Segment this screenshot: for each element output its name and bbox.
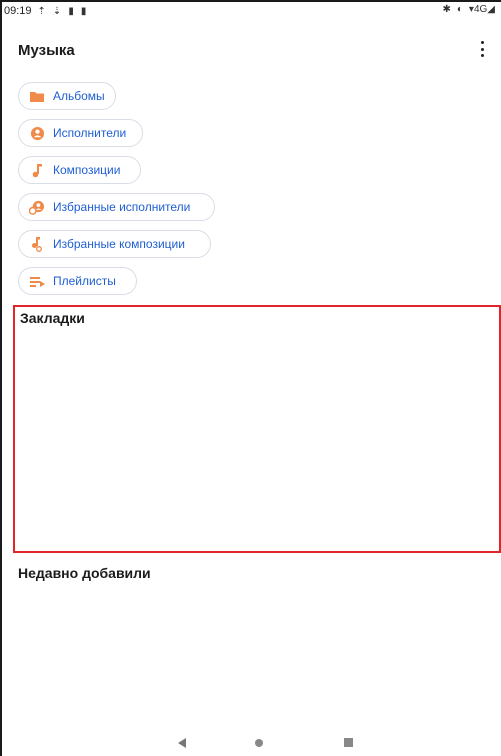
- chip-label: Избранные исполнители: [53, 200, 191, 214]
- more-vert-icon[interactable]: [475, 40, 489, 58]
- person-icon: [29, 125, 45, 141]
- bookmarks-section: Закладки: [13, 305, 501, 553]
- sim-icon: ▮: [68, 5, 74, 17]
- chip-favorite-tracks[interactable]: Избранные композиции: [18, 230, 211, 258]
- folder-icon: [29, 88, 45, 104]
- battery-icon: ▮: [80, 5, 87, 17]
- app-bar: Музыка: [18, 38, 501, 62]
- bluetooth-icon: ✱: [442, 4, 451, 15]
- download-icon: ⇣: [52, 5, 62, 17]
- status-time: 09:19: [4, 5, 32, 17]
- status-right: ✱ ◐ ▾4G◢: [442, 4, 495, 15]
- favorite-artist-icon: [29, 199, 45, 215]
- playlist-icon: [29, 273, 45, 289]
- status-bar: 09:19 ⇡ ⇣ ▮ ▮ ✱ ◐ ▾4G◢: [2, 2, 501, 20]
- upload-icon: ⇡: [37, 5, 46, 17]
- chip-label: Альбомы: [53, 89, 105, 103]
- chip-label: Композиции: [53, 163, 121, 177]
- chip-tracks[interactable]: Композиции: [18, 156, 141, 184]
- signal-icon: ▾4G◢: [468, 4, 495, 15]
- home-icon[interactable]: [255, 739, 263, 747]
- back-icon[interactable]: [178, 738, 186, 748]
- page-title: Музыка: [18, 41, 75, 59]
- favorite-song-icon: [29, 236, 45, 252]
- chip-playlists[interactable]: Плейлисты: [18, 267, 137, 295]
- chip-albums[interactable]: Альбомы: [18, 82, 116, 110]
- chip-artists[interactable]: Исполнители: [18, 119, 143, 147]
- bookmarks-title: Закладки: [20, 310, 85, 326]
- data-saver-icon: ◐: [456, 4, 463, 15]
- music-note-icon: [29, 162, 45, 178]
- chip-label: Плейлисты: [53, 274, 116, 288]
- recently-added-title: Недавно добавили: [18, 565, 151, 581]
- chip-favorite-artists[interactable]: Избранные исполнители: [18, 193, 215, 221]
- network-label: 4G: [473, 4, 488, 15]
- recents-icon[interactable]: [344, 738, 353, 747]
- chip-label: Избранные композиции: [53, 237, 185, 251]
- system-nav-bar: [0, 730, 501, 756]
- chip-label: Исполнители: [53, 126, 127, 140]
